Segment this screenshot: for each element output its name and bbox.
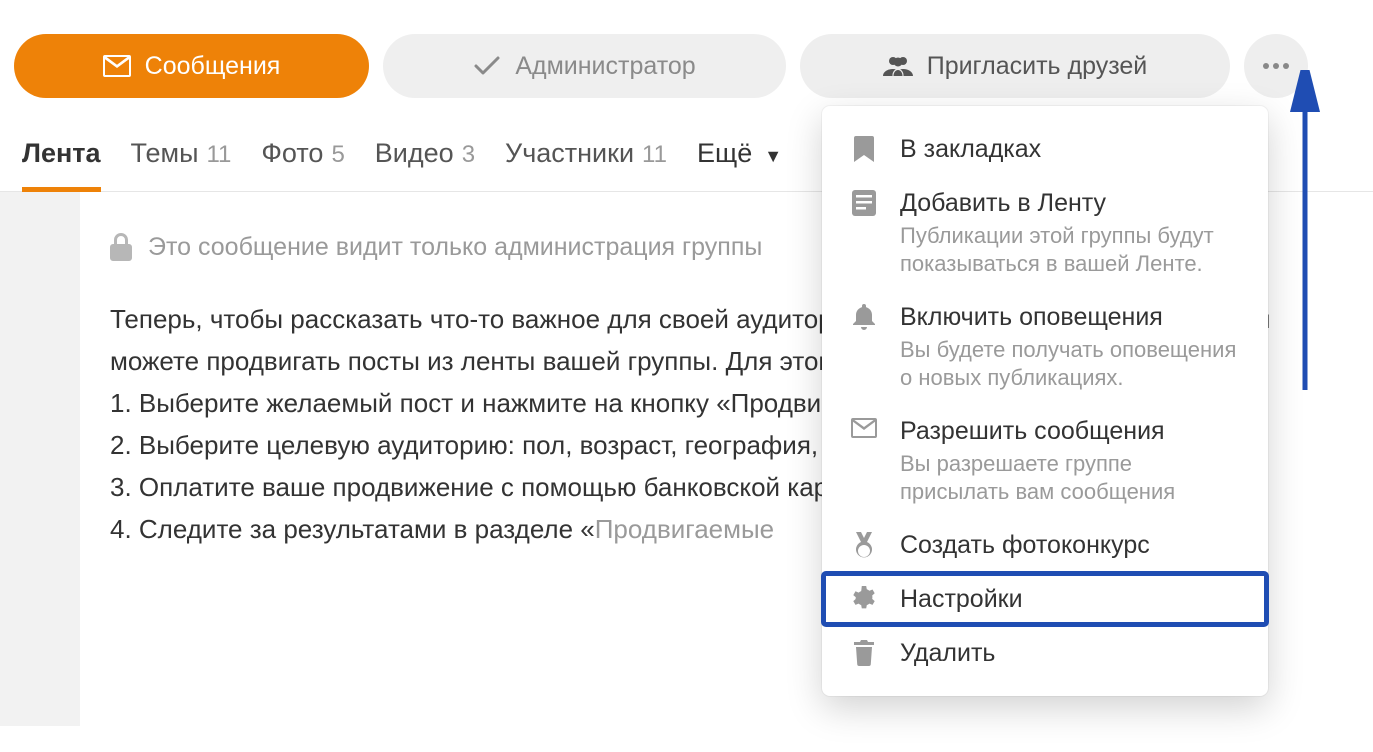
lock-icon	[110, 233, 132, 261]
more-actions-button[interactable]	[1244, 34, 1308, 98]
bookmark-icon	[850, 134, 878, 162]
tab-topics[interactable]: Темы 11	[131, 138, 232, 191]
post-step-4-link[interactable]: Продвигаемые	[595, 514, 774, 544]
tab-more[interactable]: Ещё ▼	[697, 138, 782, 191]
admin-button[interactable]: Администратор	[383, 34, 786, 98]
menu-title: Создать фотоконкурс	[900, 530, 1240, 560]
menu-item-bookmarks[interactable]: В закладках	[822, 122, 1268, 176]
menu-item-settings[interactable]: Настройки	[822, 572, 1268, 626]
tab-label: Участники	[505, 138, 634, 169]
admin-note-text: Это сообщение видит только администрация…	[148, 226, 762, 268]
menu-title: В закладках	[900, 134, 1240, 164]
invite-friends-button[interactable]: Пригласить друзей	[800, 34, 1230, 98]
dots-icon	[1262, 62, 1290, 70]
tab-members[interactable]: Участники 11	[505, 138, 667, 191]
menu-item-photo-contest[interactable]: Создать фотоконкурс	[822, 518, 1268, 572]
messages-button[interactable]: Сообщения	[14, 34, 369, 98]
gear-icon	[850, 584, 878, 612]
tab-count: 11	[642, 141, 667, 169]
bell-icon	[850, 302, 878, 330]
menu-subtitle: Вы будете получать оповещения о новых пу…	[900, 336, 1240, 392]
content-gutter	[0, 192, 80, 726]
trash-icon	[850, 638, 878, 666]
invite-label: Пригласить друзей	[927, 52, 1148, 81]
check-icon	[473, 55, 501, 77]
tab-label: Лента	[22, 138, 101, 169]
menu-title: Настройки	[900, 584, 1240, 614]
menu-item-allow-messages[interactable]: Разрешить сообщения Вы разрешаете группе…	[822, 404, 1268, 518]
tab-label: Темы	[131, 138, 199, 169]
menu-item-add-to-feed[interactable]: Добавить в Ленту Публикации этой группы …	[822, 176, 1268, 290]
tab-label: Видео	[375, 138, 454, 169]
menu-title: Удалить	[900, 638, 1240, 668]
menu-subtitle: Публикации этой группы будут показыватьс…	[900, 222, 1240, 278]
tab-feed[interactable]: Лента	[22, 138, 101, 191]
mail-icon	[103, 55, 131, 77]
medal-icon	[850, 530, 878, 560]
tab-count: 11	[206, 141, 231, 169]
more-actions-dropdown: В закладках Добавить в Ленту Публикации …	[822, 106, 1268, 696]
group-icon	[883, 55, 913, 77]
menu-item-delete[interactable]: Удалить	[822, 626, 1268, 680]
tab-videos[interactable]: Видео 3	[375, 138, 475, 191]
menu-title: Включить оповещения	[900, 302, 1240, 332]
feed-icon	[850, 188, 878, 216]
menu-item-notifications[interactable]: Включить оповещения Вы будете получать о…	[822, 290, 1268, 404]
tab-count: 3	[462, 141, 475, 169]
menu-title: Добавить в Ленту	[900, 188, 1240, 218]
mail-icon	[850, 416, 878, 438]
action-bar: Сообщения Администратор Пригласить друзе…	[0, 0, 1373, 114]
messages-label: Сообщения	[145, 52, 281, 81]
chevron-down-icon: ▼	[764, 146, 782, 167]
menu-title: Разрешить сообщения	[900, 416, 1240, 446]
menu-subtitle: Вы разрешаете группе присылать вам сообщ…	[900, 450, 1240, 506]
admin-label: Администратор	[515, 52, 695, 81]
tab-count: 5	[331, 141, 344, 169]
tab-photos[interactable]: Фото 5	[261, 138, 344, 191]
tab-label: Ещё	[697, 138, 752, 169]
tab-label: Фото	[261, 138, 323, 169]
